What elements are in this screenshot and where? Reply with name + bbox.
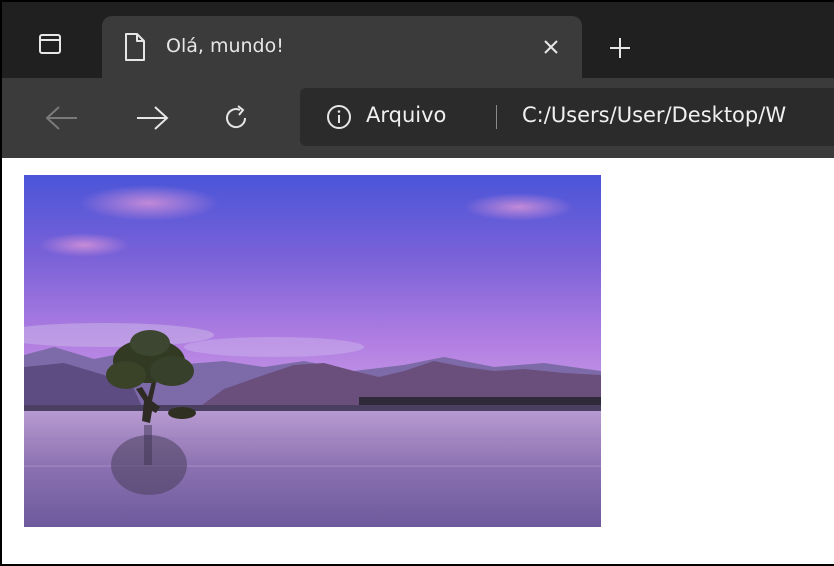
browser-window: Olá, mundo! Arquivo C:/Users/User/Deskto… — [0, 0, 834, 566]
refresh-button[interactable] — [216, 98, 256, 138]
forward-button[interactable] — [132, 98, 172, 138]
arrow-left-icon — [45, 106, 77, 130]
site-info-label[interactable]: Arquivo — [366, 103, 446, 127]
back-button[interactable] — [42, 98, 82, 138]
refresh-icon — [226, 105, 247, 129]
tab-actions-button[interactable] — [30, 24, 70, 64]
address-divider — [496, 105, 497, 129]
new-tab-button[interactable] — [602, 30, 638, 66]
tab-actions-icon — [39, 34, 61, 54]
tab-title: Olá, mundo! — [166, 35, 284, 57]
page-viewport — [2, 158, 834, 564]
plus-icon — [610, 38, 630, 58]
arrow-right-icon — [137, 106, 169, 130]
tab-active[interactable]: Olá, mundo! — [102, 16, 582, 78]
lake-landscape-image — [24, 175, 601, 527]
tab-close-button[interactable] — [538, 34, 564, 60]
close-icon — [544, 40, 558, 54]
url-text[interactable]: C:/Users/User/Desktop/W — [522, 103, 786, 127]
address-bar[interactable]: Arquivo C:/Users/User/Desktop/W — [300, 88, 834, 146]
info-icon[interactable] — [326, 104, 352, 130]
page-icon — [125, 33, 145, 61]
tab-strip: Olá, mundo! — [2, 2, 834, 78]
toolbar: Arquivo C:/Users/User/Desktop/W — [2, 78, 834, 158]
